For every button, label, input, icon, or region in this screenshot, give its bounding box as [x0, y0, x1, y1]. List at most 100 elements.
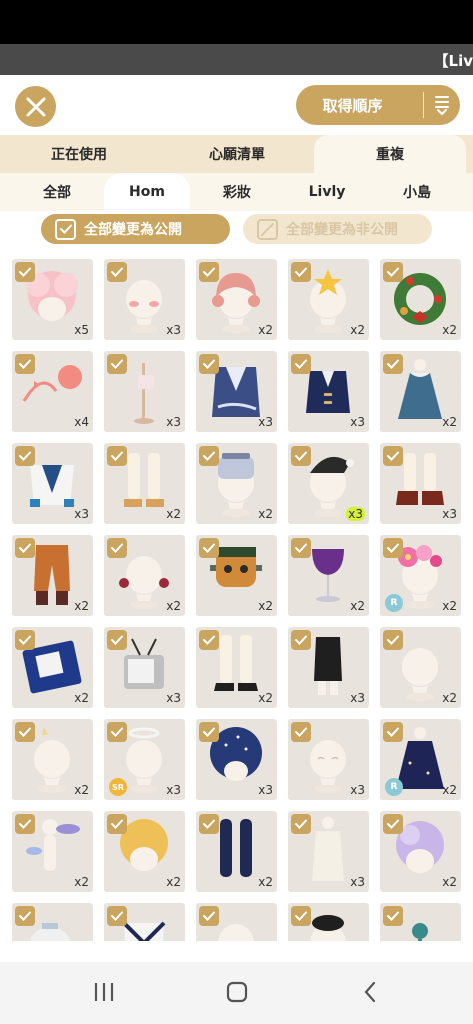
item-card[interactable]: x3 — [104, 259, 185, 340]
selected-checkbox[interactable] — [383, 630, 403, 650]
item-card[interactable]: x2 — [380, 259, 461, 340]
selected-checkbox[interactable] — [291, 722, 311, 742]
selected-checkbox[interactable] — [383, 446, 403, 466]
selected-checkbox[interactable] — [291, 354, 311, 374]
selected-checkbox[interactable] — [107, 262, 127, 282]
item-card[interactable]: x2 — [12, 811, 93, 892]
selected-checkbox[interactable] — [107, 630, 127, 650]
selected-checkbox[interactable] — [15, 538, 35, 558]
item-card[interactable]: x3 — [288, 351, 369, 432]
selected-checkbox[interactable] — [199, 446, 219, 466]
selected-checkbox[interactable] — [383, 814, 403, 834]
item-card[interactable]: x2 — [196, 627, 277, 708]
item-card[interactable]: SR x3 — [104, 719, 185, 800]
selected-checkbox[interactable] — [15, 630, 35, 650]
selected-checkbox[interactable] — [15, 446, 35, 466]
item-card[interactable]: x2 — [12, 719, 93, 800]
item-card[interactable]: x3 — [12, 443, 93, 524]
selected-checkbox[interactable] — [383, 538, 403, 558]
selected-checkbox[interactable] — [291, 262, 311, 282]
selected-checkbox[interactable] — [107, 722, 127, 742]
tab-makeup[interactable]: 彩妝 — [196, 173, 278, 211]
tab-island[interactable]: 小島 — [376, 173, 458, 211]
selected-checkbox[interactable] — [15, 722, 35, 742]
item-card[interactable]: x2 — [196, 811, 277, 892]
item-card[interactable]: x2 — [288, 259, 369, 340]
home-button[interactable] — [217, 976, 257, 1008]
item-card[interactable] — [104, 903, 185, 941]
selected-checkbox[interactable] — [383, 906, 403, 926]
sort-descending-icon[interactable] — [424, 85, 460, 125]
item-card[interactable]: x3 — [288, 719, 369, 800]
selected-checkbox[interactable] — [107, 354, 127, 374]
item-card[interactable]: Rx2 — [380, 719, 461, 800]
item-card[interactable]: x3 — [104, 351, 185, 432]
selected-checkbox[interactable] — [291, 906, 311, 926]
selected-checkbox[interactable] — [15, 262, 35, 282]
close-button[interactable] — [15, 86, 56, 127]
item-card[interactable]: x2 — [12, 627, 93, 708]
tab-in-use[interactable]: 正在使用 — [0, 135, 158, 173]
checkmark-icon — [295, 543, 307, 553]
item-card[interactable]: x2 — [12, 535, 93, 616]
item-card[interactable]: x2 — [104, 535, 185, 616]
selected-checkbox[interactable] — [291, 538, 311, 558]
item-card[interactable]: x3 — [196, 351, 277, 432]
selected-checkbox[interactable] — [107, 906, 127, 926]
item-card[interactable]: x2 — [288, 535, 369, 616]
selected-checkbox[interactable] — [383, 722, 403, 742]
tab-duplicates[interactable]: 重複 — [314, 135, 466, 173]
item-card[interactable] — [288, 903, 369, 941]
selected-checkbox[interactable] — [291, 630, 311, 650]
item-card[interactable] — [380, 903, 461, 941]
item-card[interactable]: x3 — [104, 627, 185, 708]
item-card[interactable]: x5 — [12, 259, 93, 340]
selected-checkbox[interactable] — [199, 630, 219, 650]
selected-checkbox[interactable] — [199, 538, 219, 558]
tab-all[interactable]: 全部 — [16, 173, 98, 211]
selected-checkbox[interactable] — [383, 262, 403, 282]
tab-wishlist[interactable]: 心願清單 — [158, 135, 316, 173]
item-card[interactable]: x3 — [196, 719, 277, 800]
selected-checkbox[interactable] — [199, 722, 219, 742]
item-card[interactable]: x3 — [288, 811, 369, 892]
item-card[interactable]: x2 — [380, 811, 461, 892]
selected-checkbox[interactable] — [107, 814, 127, 834]
item-card[interactable]: Rx2 — [380, 535, 461, 616]
item-card[interactable]: x3 — [288, 443, 369, 524]
tab-livly[interactable]: Livly — [286, 173, 368, 211]
item-card[interactable]: x2 — [196, 443, 277, 524]
notification-banner[interactable]: 【Liv — [0, 44, 473, 75]
item-card[interactable]: x3 — [380, 443, 461, 524]
item-card[interactable]: x2 — [104, 811, 185, 892]
item-card[interactable]: x2 — [196, 259, 277, 340]
selected-checkbox[interactable] — [383, 354, 403, 374]
selected-checkbox[interactable] — [291, 446, 311, 466]
item-count: x2 — [74, 599, 89, 613]
selected-checkbox[interactable] — [15, 354, 35, 374]
item-card[interactable]: x2 — [104, 443, 185, 524]
item-card[interactable]: x4 — [12, 351, 93, 432]
recent-apps-button[interactable] — [84, 976, 124, 1008]
selected-checkbox[interactable] — [199, 814, 219, 834]
selected-checkbox[interactable] — [199, 354, 219, 374]
item-card[interactable] — [196, 903, 277, 941]
item-card[interactable]: x3 — [288, 627, 369, 708]
make-all-private-button[interactable]: 全部變更為非公開 — [243, 214, 432, 244]
item-count: x2 — [442, 875, 457, 889]
selected-checkbox[interactable] — [107, 446, 127, 466]
item-card[interactable]: x2 — [380, 627, 461, 708]
selected-checkbox[interactable] — [291, 814, 311, 834]
selected-checkbox[interactable] — [199, 262, 219, 282]
item-card[interactable]: x2 — [196, 535, 277, 616]
tab-hom[interactable]: Hom — [104, 173, 190, 211]
selected-checkbox[interactable] — [15, 814, 35, 834]
item-card[interactable] — [12, 903, 93, 941]
sort-order-button[interactable]: 取得順序 — [296, 85, 460, 125]
item-card[interactable]: x2 — [380, 351, 461, 432]
make-all-public-button[interactable]: 全部變更為公開 — [41, 214, 230, 244]
selected-checkbox[interactable] — [107, 538, 127, 558]
selected-checkbox[interactable] — [199, 906, 219, 926]
back-button[interactable] — [350, 976, 390, 1008]
selected-checkbox[interactable] — [15, 906, 35, 926]
